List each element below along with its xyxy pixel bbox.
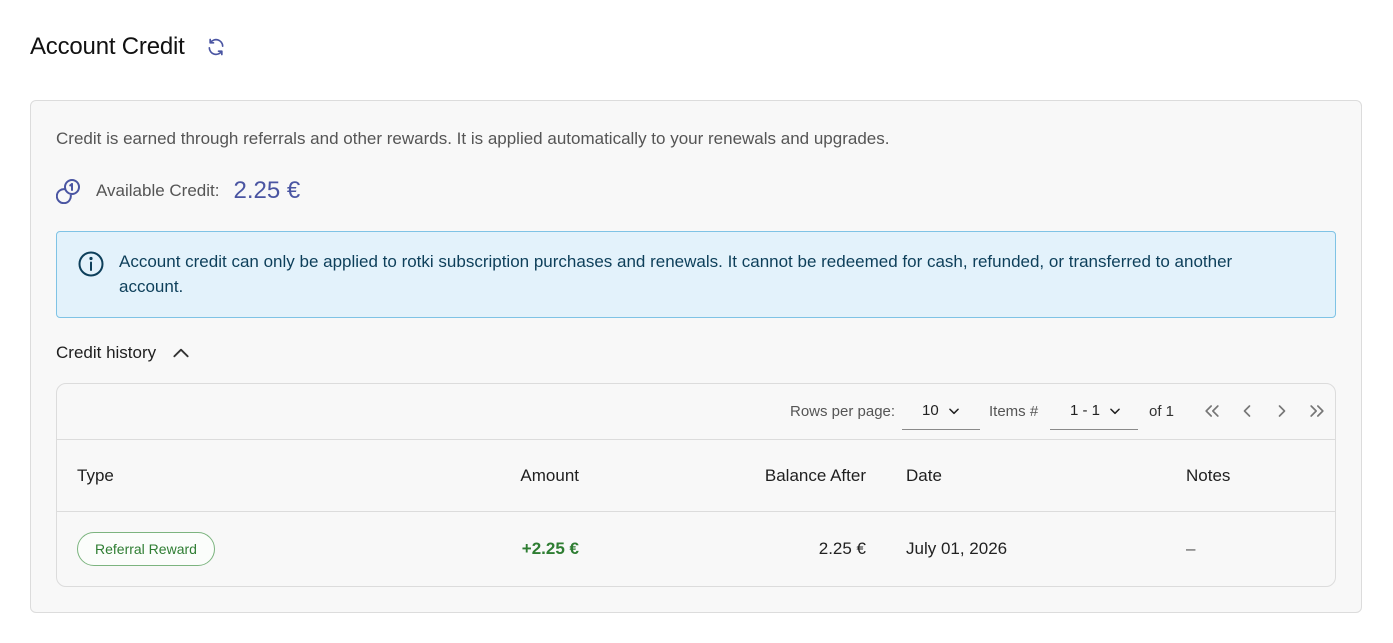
table-row: Referral Reward +2.25 € 2.25 € July 01, …: [57, 512, 1335, 586]
amount-cell: +2.25 €: [521, 539, 579, 558]
info-alert: Account credit can only be applied to ro…: [56, 231, 1336, 318]
items-label: Items #: [989, 403, 1039, 420]
info-icon: [78, 251, 104, 277]
account-credit-card: Credit is earned through referrals and o…: [30, 100, 1362, 613]
total-pages-label: of 1: [1149, 403, 1175, 420]
column-header-date[interactable]: Date: [906, 466, 942, 486]
credit-description: Credit is earned through referrals and o…: [56, 129, 890, 148]
credit-history-toggle[interactable]: Credit history: [56, 342, 192, 364]
type-badge: Referral Reward: [77, 532, 215, 566]
refresh-icon[interactable]: [205, 36, 227, 58]
credit-history-table: Rows per page: 10 Items # 1 - 1 of 1 Typ…: [56, 383, 1336, 587]
chevron-up-icon[interactable]: [170, 342, 192, 364]
page-header: Account Credit: [30, 33, 227, 61]
date-cell: July 01, 2026: [906, 539, 1008, 558]
available-credit-row: Available Credit: 2.25 €: [56, 177, 300, 205]
table-pagination: Rows per page: 10 Items # 1 - 1 of 1: [57, 384, 1335, 440]
column-header-type[interactable]: Type: [77, 466, 114, 486]
available-credit-value: 2.25 €: [233, 177, 301, 204]
alert-text: Account credit can only be applied to ro…: [119, 252, 1233, 296]
chevrons-left-icon[interactable]: [1201, 400, 1223, 422]
balance-after-cell: 2.25 €: [818, 539, 866, 558]
credit-history-label: Credit history: [56, 343, 157, 362]
available-credit-label: Available Credit:: [96, 181, 220, 200]
column-header-notes[interactable]: Notes: [1186, 466, 1230, 486]
items-range-value: 1 - 1: [1070, 402, 1101, 419]
table-header: Type Amount Balance After Date Notes: [57, 440, 1335, 512]
column-header-amount[interactable]: Amount: [520, 466, 579, 486]
chevrons-right-icon[interactable]: [1306, 400, 1328, 422]
column-header-balance-after[interactable]: Balance After: [765, 466, 866, 486]
page-title: Account Credit: [30, 33, 185, 60]
chevron-down-icon: [1108, 404, 1122, 418]
chevron-down-icon: [947, 404, 961, 418]
chevron-right-icon[interactable]: [1271, 400, 1293, 422]
coins-icon: [56, 178, 82, 204]
items-range-select[interactable]: 1 - 1: [1050, 392, 1138, 430]
rows-per-page-select[interactable]: 10: [902, 392, 980, 430]
notes-cell: –: [1186, 539, 1196, 558]
chevron-left-icon[interactable]: [1236, 400, 1258, 422]
rows-per-page-label: Rows per page:: [790, 403, 896, 420]
rows-per-page-value: 10: [922, 402, 939, 419]
